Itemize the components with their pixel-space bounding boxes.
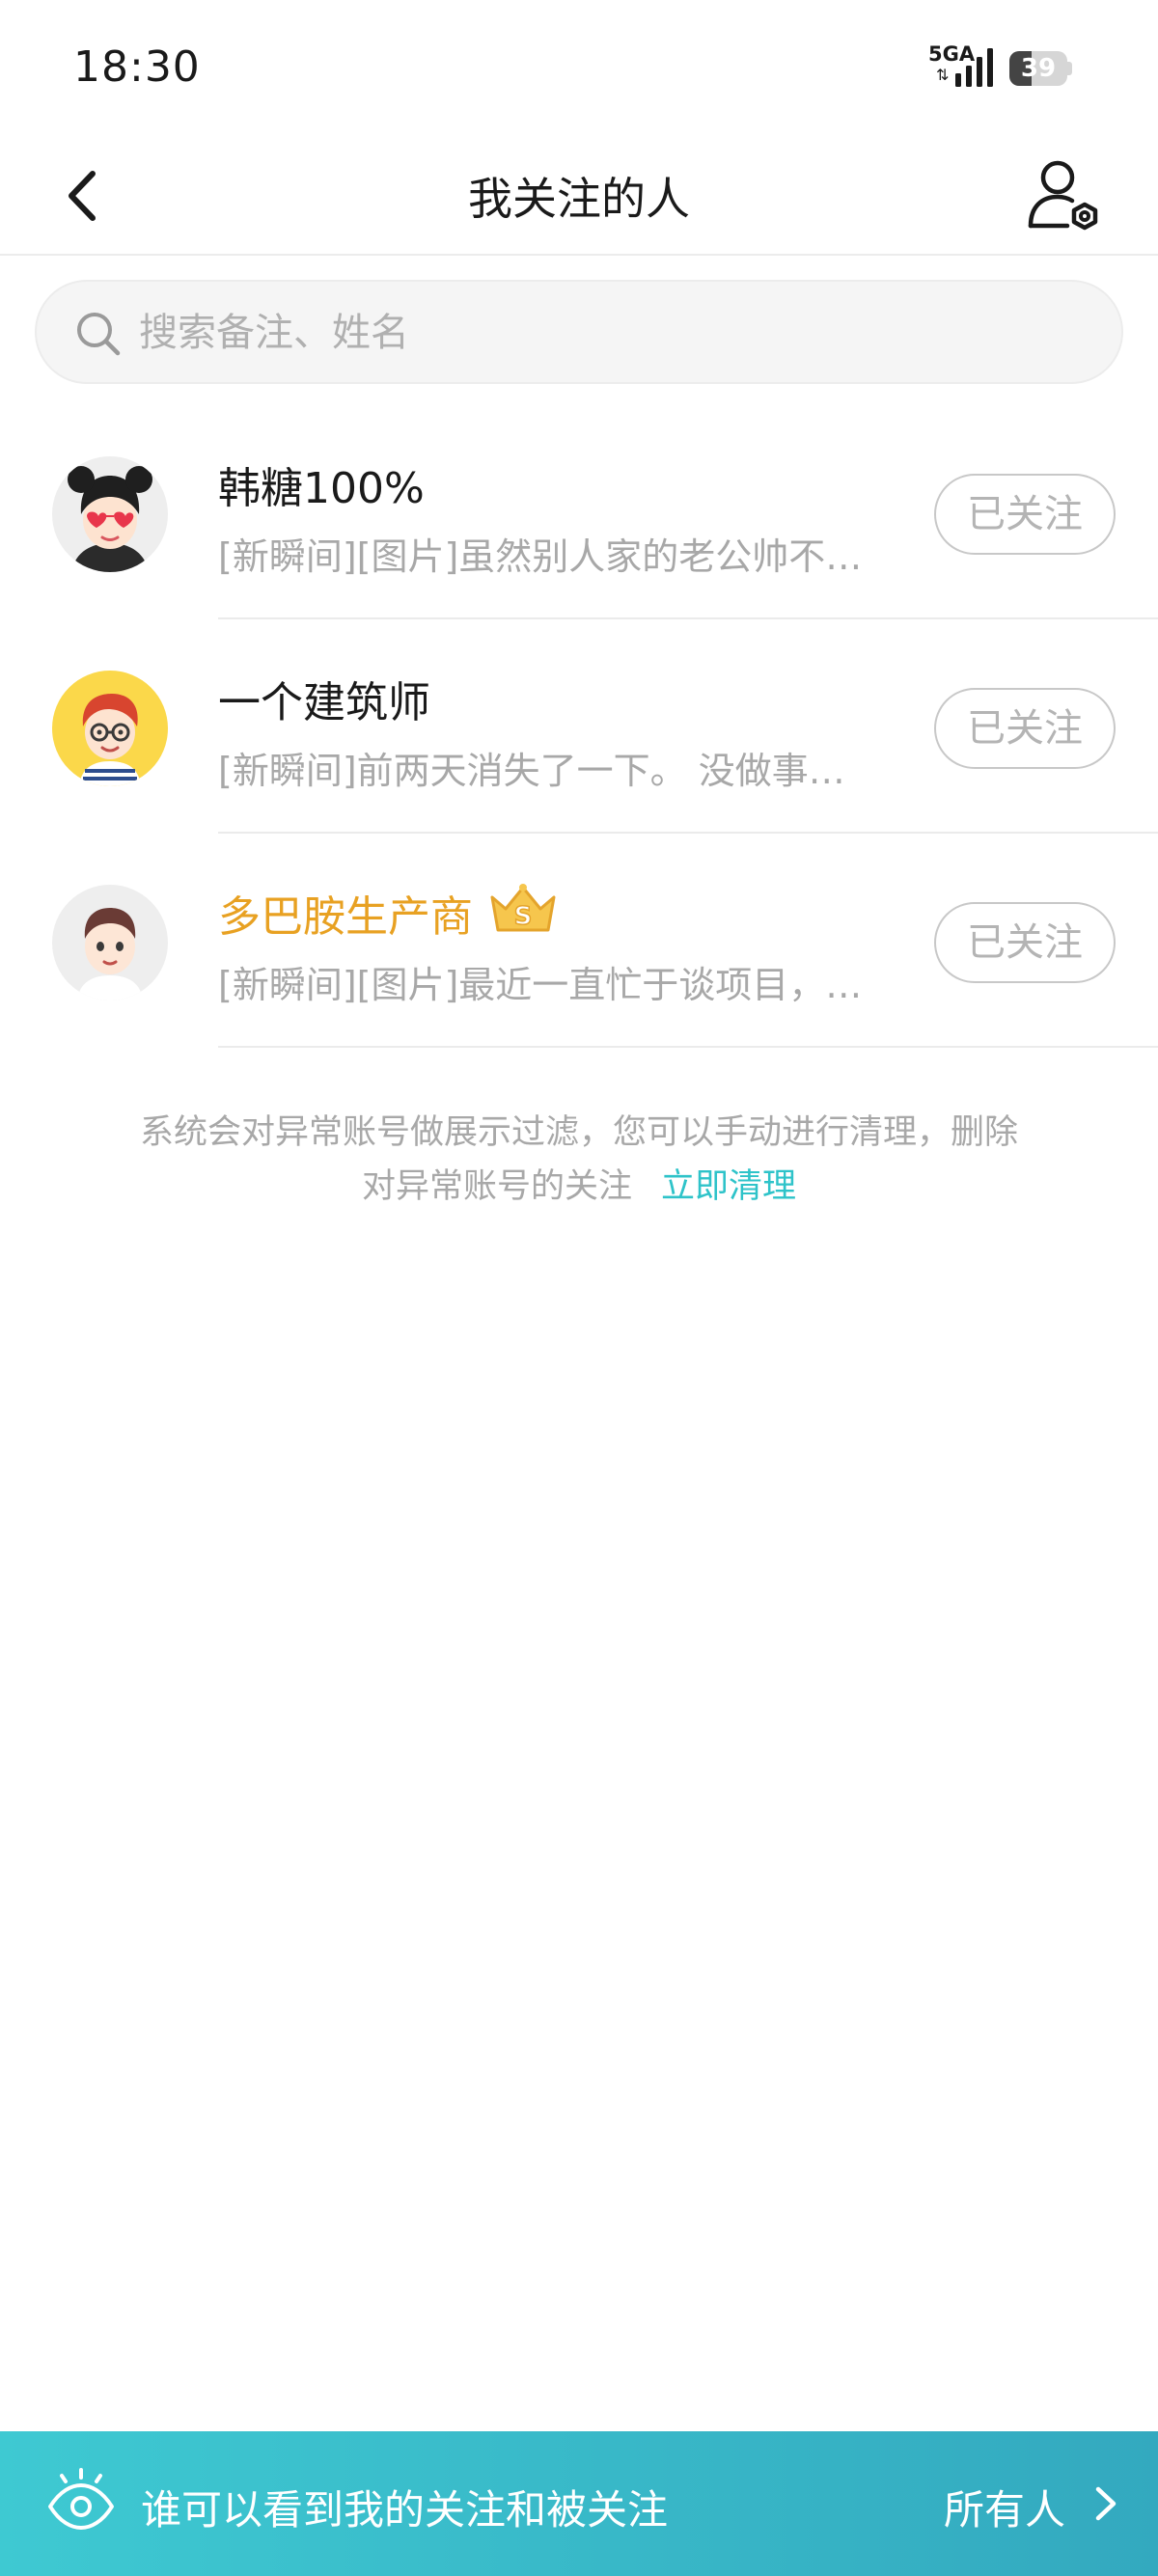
visibility-setting-bar[interactable]: 谁可以看到我的关注和被关注 所有人 [0,2431,1158,2576]
search-box[interactable] [35,280,1123,384]
page-title: 我关注的人 [468,173,690,225]
item-desc: [新瞬间][图片]虽然别人家的老公帅不… [218,535,863,578]
vip-badge-label: S [514,902,533,931]
list-item[interactable]: 韩糖100% [新瞬间][图片]虽然别人家的老公帅不… 已关注 [0,405,1158,619]
status-bar: 18:30 5GA ⇅ 39 [0,0,1158,135]
nav-bar: 我关注的人 [0,135,1158,256]
item-name: 多巴胺生产商 [218,892,473,942]
avatar [52,456,168,572]
item-desc: [新瞬间]前两天消失了一下。 没做事… [218,750,845,792]
avatar [52,885,168,1000]
chevron-right-icon [1095,2486,1117,2521]
divider [218,1046,1158,1048]
vip-crown-icon: S [490,884,556,932]
battery-icon: 39 [1009,51,1072,86]
eye-icon [48,2468,114,2530]
followed-button[interactable]: 已关注 [934,902,1116,983]
followed-button[interactable]: 已关注 [934,688,1116,769]
notice-line-2-text: 对异常账号的关注 [361,1167,632,1206]
status-time: 18:30 [73,42,201,92]
network-arrows-icon: ⇅ [936,66,950,84]
notice-line-1: 系统会对异常账号做展示过滤，您可以手动进行清理，删除 [139,1113,1018,1152]
clean-now-link[interactable]: 立即清理 [661,1167,796,1206]
battery-level: 39 [1020,54,1057,83]
user-settings-icon[interactable] [1025,156,1104,235]
visibility-setting-label: 谁可以看到我的关注和被关注 [141,2486,669,2534]
search-input[interactable] [139,303,1085,363]
notice-line-2: 对异常账号的关注 立即清理 [106,1160,1052,1214]
item-name: 一个建筑师 [218,678,430,727]
visibility-setting-value[interactable]: 所有人 [944,2478,1065,2536]
avatar [52,671,168,786]
abnormal-account-notice: 系统会对异常账号做展示过滤，您可以手动进行清理，删除 对异常账号的关注 立即清理 [106,1106,1052,1214]
follow-list: 韩糖100% [新瞬间][图片]虽然别人家的老公帅不… 已关注 一个建筑师 [新… [0,405,1158,1048]
search-icon [77,313,121,356]
followed-button[interactable]: 已关注 [934,474,1116,555]
list-item[interactable]: 一个建筑师 [新瞬间]前两天消失了一下。 没做事… 已关注 [0,619,1158,834]
list-item[interactable]: 多巴胺生产商 S [新瞬间][图片]最近一直忙于谈项目，… 已关注 [0,834,1158,1048]
item-desc: [新瞬间][图片]最近一直忙于谈项目，… [218,964,863,1006]
signal-icon [955,48,993,87]
item-name: 韩糖100% [218,464,425,513]
